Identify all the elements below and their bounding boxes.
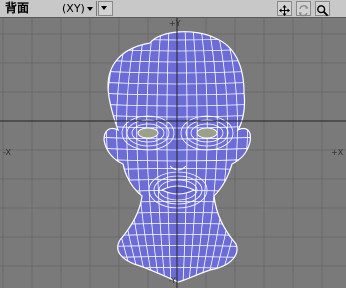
x-positive-axis-label: +X	[331, 148, 344, 157]
zoom-view-icon	[317, 5, 329, 17]
viewport-scene	[0, 18, 346, 288]
viewport-canvas[interactable]: +Y -X +X -Y	[0, 18, 346, 288]
view-axis-label: (XY)	[62, 2, 85, 15]
zoom-view-button[interactable]	[315, 1, 330, 17]
view-axis-dropdown[interactable]: (XY)	[62, 0, 94, 17]
left-eye	[137, 127, 159, 139]
view-title: 背面	[5, 1, 30, 15]
viewport-window: 背面 (XY) +Y -X +X -Y	[0, 0, 346, 288]
x-negative-axis-label: -X	[3, 148, 11, 157]
y-positive-axis-label: +Y	[169, 19, 181, 28]
right-eye	[196, 127, 218, 139]
toolbar-divider	[96, 1, 97, 16]
move-view-icon	[279, 5, 290, 16]
rotate-view-button[interactable]	[296, 1, 311, 17]
y-negative-axis-label: -Y	[169, 276, 176, 285]
chevron-down-icon	[101, 6, 107, 10]
rotate-view-icon	[298, 5, 309, 17]
chevron-down-icon	[86, 7, 93, 11]
viewport-toolbar: 背面 (XY)	[0, 0, 346, 18]
view-options-button[interactable]	[98, 1, 113, 16]
move-view-button[interactable]	[277, 1, 292, 16]
